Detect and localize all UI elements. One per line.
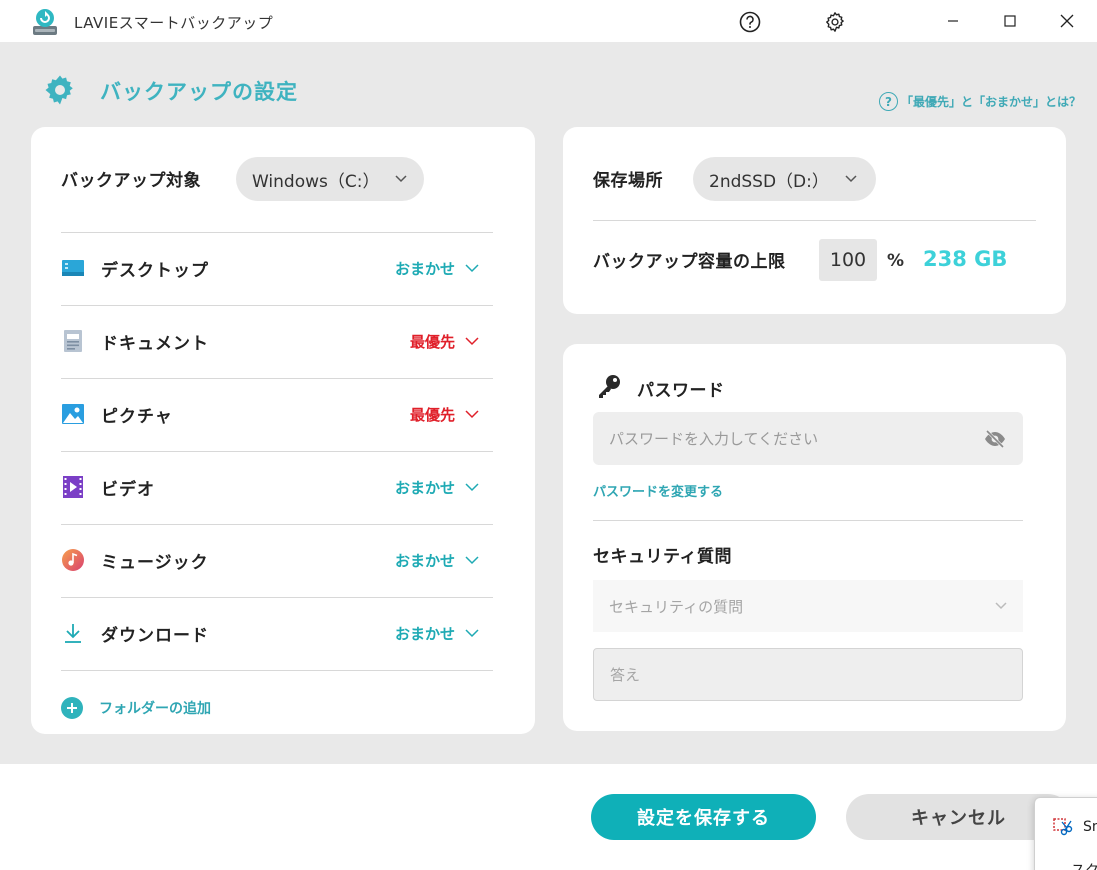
chevron-down-icon xyxy=(395,175,408,183)
capacity-size: 238 GB xyxy=(923,247,1008,271)
settings-button[interactable] xyxy=(821,8,849,36)
save-settings-button[interactable]: 設定を保存する xyxy=(591,794,816,840)
help-button[interactable] xyxy=(736,8,764,36)
folder-name: ドキュメント xyxy=(101,333,209,354)
destination-label: 保存場所 xyxy=(593,171,663,191)
security-question-placeholder: セキュリティの質問 xyxy=(609,597,744,616)
destination-drive-value: 2ndSSD（D:） xyxy=(709,171,829,192)
divider xyxy=(593,520,1023,521)
plus-circle-icon xyxy=(61,697,83,719)
music-folder-icon xyxy=(61,548,85,572)
minimize-icon xyxy=(948,20,958,22)
change-password-link[interactable]: パスワードを変更する xyxy=(593,481,723,500)
priority-help-link[interactable]: ? 「最優先」と「おまかせ」とは？ xyxy=(878,92,1081,111)
backup-destination-card: 保存場所 2ndSSD（D:） バックアップ容量の上限 100 % 238 GB xyxy=(563,127,1066,314)
destination-drive-dropdown[interactable]: 2ndSSD（D:） xyxy=(693,157,876,201)
folder-mode-dropdown[interactable]: 最優先 xyxy=(410,331,455,352)
password-title: パスワード xyxy=(637,381,725,401)
title-bar: LAVIEスマートバックアップ xyxy=(0,0,1097,42)
download-folder-icon xyxy=(61,621,85,645)
app-title: LAVIEスマートバックアップ xyxy=(74,14,274,32)
folder-row: ミュージック おまかせ xyxy=(61,524,493,596)
app-logo-icon xyxy=(33,9,57,35)
add-folder-button[interactable]: フォルダーの追加 xyxy=(61,697,211,719)
desktop-folder-icon xyxy=(61,256,85,280)
close-button[interactable] xyxy=(1045,6,1089,36)
chevron-down-icon xyxy=(995,602,1007,610)
folder-mode-dropdown[interactable]: 最優先 xyxy=(410,404,455,425)
snip-row1-label: Sn xyxy=(1083,819,1097,835)
priority-help-label: 「最優先」と「おまかせ」とは？ xyxy=(900,95,1081,109)
folder-mode-dropdown[interactable]: おまかせ xyxy=(395,258,455,279)
snip-row2-label: スクリ xyxy=(1071,860,1097,870)
footer-bar: 設定を保存する キャンセル xyxy=(0,764,1097,870)
password-placeholder: パスワードを入力してください xyxy=(609,430,819,448)
folder-mode-dropdown[interactable]: おまかせ xyxy=(395,477,455,498)
picture-folder-icon xyxy=(61,402,85,426)
chevron-down-icon[interactable] xyxy=(465,482,479,492)
scissors-icon xyxy=(1053,818,1073,836)
chevron-down-icon[interactable] xyxy=(465,336,479,346)
password-input[interactable]: パスワードを入力してください xyxy=(593,412,1023,465)
question-icon: ? xyxy=(878,92,898,111)
source-drive-value: Windows（C:） xyxy=(252,171,380,192)
snip-row[interactable]: Sn xyxy=(1053,818,1097,836)
answer-placeholder: 答え xyxy=(610,666,641,684)
settings-gear-icon xyxy=(45,75,73,105)
password-card: パスワード パスワードを入力してください パスワードを変更する セキュリティ質問… xyxy=(563,344,1066,731)
folder-row: ピクチャ 最優先 xyxy=(61,378,493,450)
chevron-down-icon[interactable] xyxy=(465,263,479,273)
folder-row: ビデオ おまかせ xyxy=(61,451,493,523)
close-icon xyxy=(1060,14,1074,28)
maximize-button[interactable] xyxy=(988,6,1032,36)
folder-name: ミュージック xyxy=(101,552,209,573)
chevron-down-icon xyxy=(845,175,857,183)
source-drive-dropdown[interactable]: Windows（C:） xyxy=(236,157,424,201)
folder-mode-dropdown[interactable]: おまかせ xyxy=(395,550,455,571)
add-folder-label: フォルダーの追加 xyxy=(99,701,211,717)
capacity-label: バックアップ容量の上限 xyxy=(593,252,786,272)
minimize-button[interactable] xyxy=(931,6,975,36)
eye-off-icon[interactable] xyxy=(983,429,1007,448)
divider xyxy=(593,220,1036,221)
folder-row: ドキュメント 最優先 xyxy=(61,305,493,377)
snipping-tool-popup[interactable]: Sn スクリ xyxy=(1034,797,1097,870)
gear-icon xyxy=(826,12,844,32)
page-title: バックアップの設定 xyxy=(100,80,298,104)
chevron-down-icon[interactable] xyxy=(465,555,479,565)
maximize-icon xyxy=(1004,15,1016,27)
chevron-down-icon[interactable] xyxy=(465,628,479,638)
folder-name: ダウンロード xyxy=(101,625,209,646)
answer-input[interactable]: 答え xyxy=(593,648,1023,701)
chevron-down-icon[interactable] xyxy=(465,409,479,419)
security-question-title: セキュリティ質問 xyxy=(593,547,732,567)
security-question-dropdown[interactable]: セキュリティの質問 xyxy=(593,580,1023,632)
video-folder-icon xyxy=(61,475,85,499)
source-label: バックアップ対象 xyxy=(61,171,201,191)
document-folder-icon xyxy=(61,329,85,353)
question-circle-icon xyxy=(739,11,761,33)
folder-name: ビデオ xyxy=(101,479,155,500)
backup-source-card: バックアップ対象 Windows（C:） デスクトップ おまかせ ドキュメント 最優先… xyxy=(31,127,535,734)
capacity-input[interactable]: 100 xyxy=(819,239,877,281)
folder-row: デスクトップ おまかせ xyxy=(61,232,493,304)
folder-name: ピクチャ xyxy=(101,406,173,427)
divider xyxy=(61,670,493,671)
capacity-unit: % xyxy=(887,251,905,271)
folder-mode-dropdown[interactable]: おまかせ xyxy=(395,623,455,644)
key-icon xyxy=(599,375,620,398)
folder-row: ダウンロード おまかせ xyxy=(61,597,493,669)
folder-name: デスクトップ xyxy=(101,260,209,281)
